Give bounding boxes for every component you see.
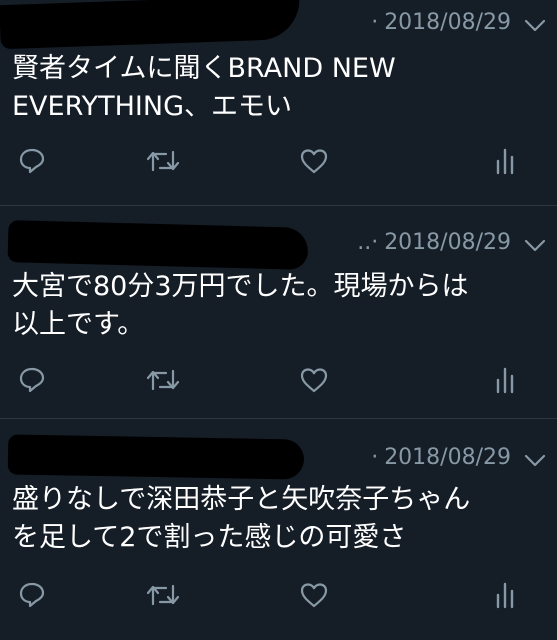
reply-icon	[19, 148, 45, 174]
retweet-button[interactable]	[145, 362, 181, 398]
meta-separator: ·	[371, 10, 379, 35]
retweet-icon	[146, 369, 180, 391]
analytics-button[interactable]	[488, 143, 524, 179]
tweet-text-line: EVERYTHING、エモい	[12, 91, 292, 122]
analytics-icon	[496, 148, 514, 175]
tweet-actions	[0, 362, 557, 398]
heart-icon	[300, 368, 328, 393]
like-button[interactable]	[296, 143, 332, 179]
tweet-meta: · 2018/08/29	[371, 10, 511, 35]
analytics-button[interactable]	[488, 577, 524, 613]
chevron-down-icon[interactable]	[523, 238, 547, 254]
reply-button[interactable]	[14, 143, 50, 179]
tweet-text: 賢者タイムに聞くBRAND NEW EVERYTHING、エモい	[12, 50, 532, 126]
tweet-text-line: 以上です。	[12, 309, 145, 340]
tweet-text-line: を足して2で割った感じの可愛さ	[12, 522, 407, 553]
redacted-username	[7, 220, 309, 270]
retweet-button[interactable]	[145, 143, 181, 179]
heart-icon	[300, 149, 328, 174]
tweet[interactable]: ..· 2018/08/29 大宮で80分3万円でした。現場からは 以上です。	[0, 206, 557, 418]
like-button[interactable]	[296, 362, 332, 398]
tweet-date[interactable]: 2018/08/29	[384, 10, 511, 35]
tweet-text-line: 大宮で80分3万円でした。現場からは	[12, 271, 469, 302]
tweet[interactable]: · 2018/08/29 盛りなしで深田恭子と矢吹奈子ちゃん を足して2で割った…	[0, 419, 557, 640]
tweet-meta: ..· 2018/08/29	[357, 230, 511, 255]
tweet-meta: · 2018/08/29	[371, 445, 511, 470]
timeline: · 2018/08/29 賢者タイムに聞くBRAND NEW EVERYTHIN…	[0, 0, 557, 640]
tweet-actions	[0, 143, 557, 179]
tweet-actions	[0, 577, 557, 613]
analytics-icon	[496, 582, 514, 609]
tweet[interactable]: · 2018/08/29 賢者タイムに聞くBRAND NEW EVERYTHIN…	[0, 0, 557, 205]
reply-button[interactable]	[14, 577, 50, 613]
tweet-text: 大宮で80分3万円でした。現場からは 以上です。	[12, 268, 532, 344]
chevron-down-icon[interactable]	[523, 18, 547, 34]
analytics-icon	[496, 367, 514, 394]
heart-icon	[300, 583, 328, 608]
tweet-date[interactable]: 2018/08/29	[384, 230, 511, 255]
tweet-text-line: 盛りなしで深田恭子と矢吹奈子ちゃん	[12, 484, 471, 515]
reply-button[interactable]	[14, 362, 50, 398]
like-button[interactable]	[296, 577, 332, 613]
redacted-username	[7, 434, 305, 480]
redacted-username	[0, 0, 301, 50]
retweet-button[interactable]	[145, 577, 181, 613]
reply-icon	[19, 367, 45, 393]
meta-separator: ·	[371, 445, 379, 470]
retweet-icon	[146, 150, 180, 172]
tweet-text: 盛りなしで深田恭子と矢吹奈子ちゃん を足して2で割った感じの可愛さ	[12, 481, 532, 557]
reply-icon	[19, 582, 45, 608]
retweet-icon	[146, 584, 180, 606]
tweet-date[interactable]: 2018/08/29	[384, 445, 511, 470]
tweet-text-line: 賢者タイムに聞くBRAND NEW	[12, 53, 396, 84]
analytics-button[interactable]	[488, 362, 524, 398]
chevron-down-icon[interactable]	[523, 453, 547, 469]
meta-separator: ..·	[357, 230, 379, 255]
